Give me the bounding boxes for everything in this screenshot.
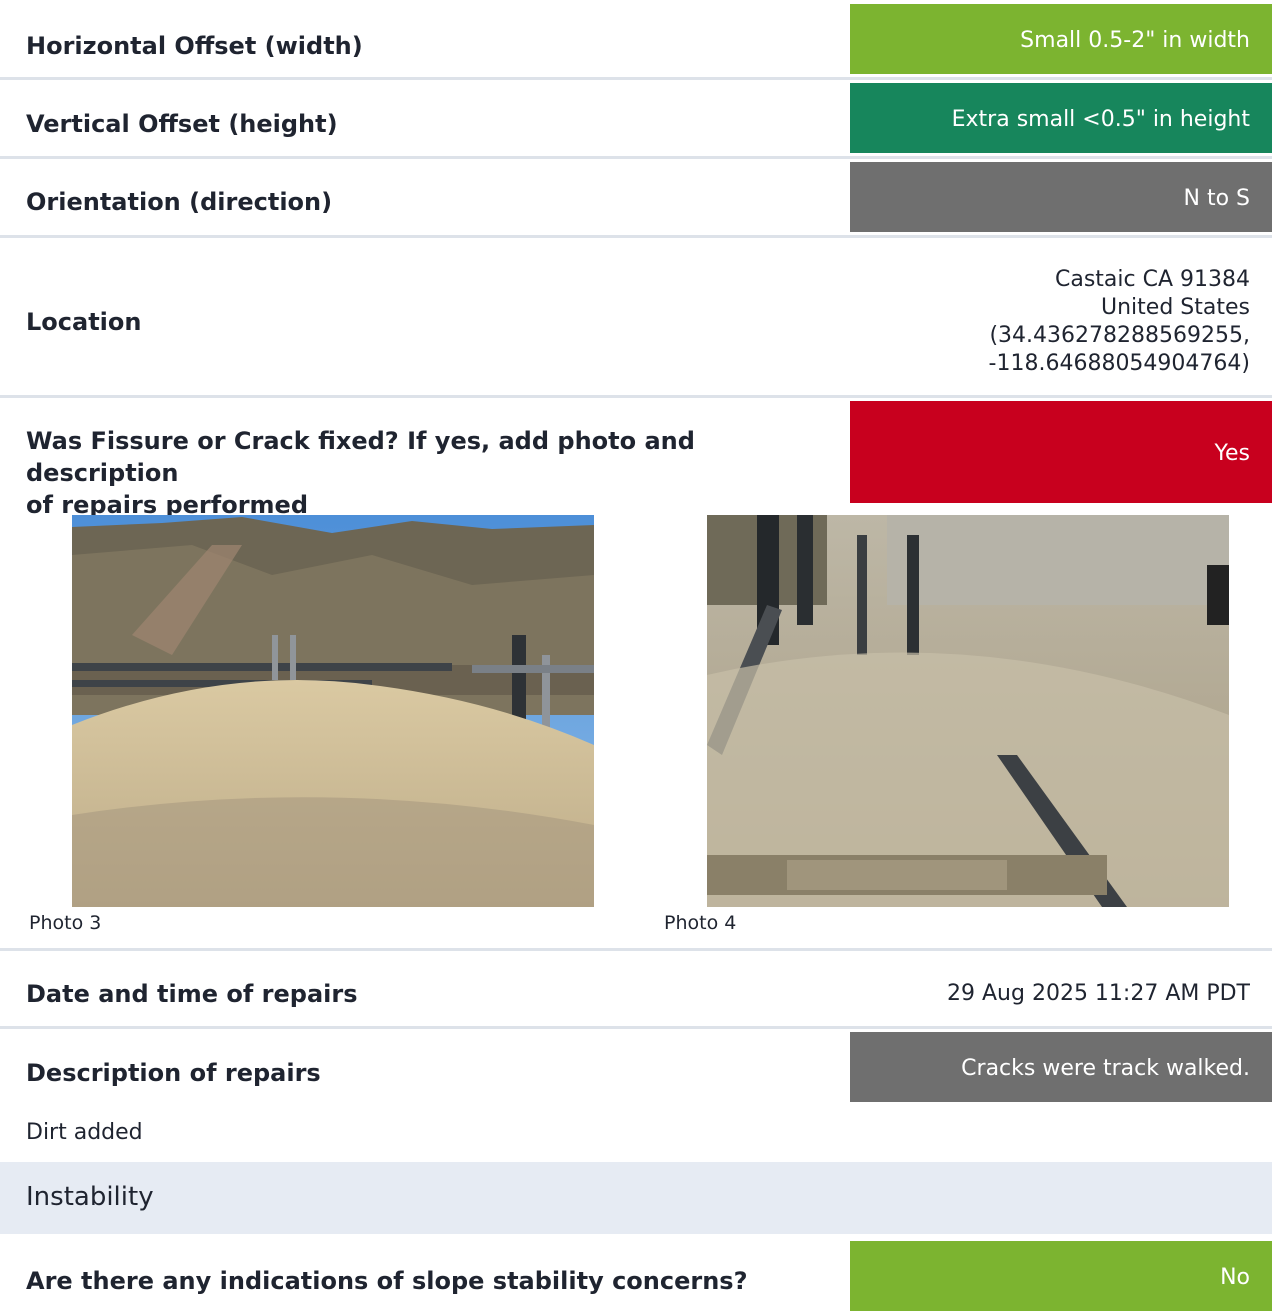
description-continuation: Dirt added xyxy=(26,1120,143,1145)
fixed-question-line: Was Fissure or Crack fixed? If yes, add … xyxy=(26,427,695,487)
section-title-instability: Instability xyxy=(26,1182,154,1212)
repair-datetime-label: Date and time of repairs xyxy=(26,980,358,1008)
orientation-text: N to S xyxy=(1183,186,1251,211)
photo-3-caption: Photo 3 xyxy=(29,912,102,934)
repair-datetime-value: 29 Aug 2025 11:27 AM PDT xyxy=(947,981,1250,1006)
vertical-offset-value: Extra small <0.5" in height xyxy=(850,83,1272,153)
fixed-text: Yes xyxy=(1214,441,1250,466)
photo-4-caption: Photo 4 xyxy=(664,912,737,934)
horizontal-offset-text: Small 0.5-2" in width xyxy=(1020,28,1250,53)
divider xyxy=(0,948,1272,951)
fixed-question-label: Was Fissure or Crack fixed? If yes, add … xyxy=(26,425,836,521)
divider xyxy=(0,77,1272,80)
location-line: (34.436278288569255, xyxy=(989,323,1250,348)
divider xyxy=(0,395,1272,398)
vertical-offset-label: Vertical Offset (height) xyxy=(26,110,338,138)
description-text: Cracks were track walked. xyxy=(961,1056,1250,1081)
slope-concerns-text: No xyxy=(1220,1265,1250,1290)
description-label: Description of repairs xyxy=(26,1059,321,1087)
orientation-value: N to S xyxy=(850,162,1272,232)
horizontal-offset-value: Small 0.5-2" in width xyxy=(850,4,1272,74)
fixed-value: Yes xyxy=(850,401,1272,503)
slope-concerns-value: No xyxy=(850,1241,1272,1311)
vertical-offset-text: Extra small <0.5" in height xyxy=(951,107,1250,132)
location-line: United States xyxy=(1101,295,1250,320)
divider xyxy=(0,235,1272,238)
location-label: Location xyxy=(26,308,142,336)
location-line: -118.64688054904764) xyxy=(988,351,1250,376)
divider xyxy=(0,156,1272,159)
orientation-label: Orientation (direction) xyxy=(26,188,333,216)
location-value: Castaic CA 91384 United States (34.43627… xyxy=(989,266,1250,378)
section-band-instability xyxy=(0,1162,1272,1234)
slope-concerns-label: Are there any indications of slope stabi… xyxy=(26,1267,748,1295)
divider xyxy=(0,1026,1272,1029)
description-value: Cracks were track walked. xyxy=(850,1032,1272,1102)
horizontal-offset-label: Horizontal Offset (width) xyxy=(26,32,363,60)
photo-3-image[interactable] xyxy=(72,515,594,907)
location-line: Castaic CA 91384 xyxy=(1054,267,1250,292)
photo-4-image[interactable] xyxy=(707,515,1229,907)
